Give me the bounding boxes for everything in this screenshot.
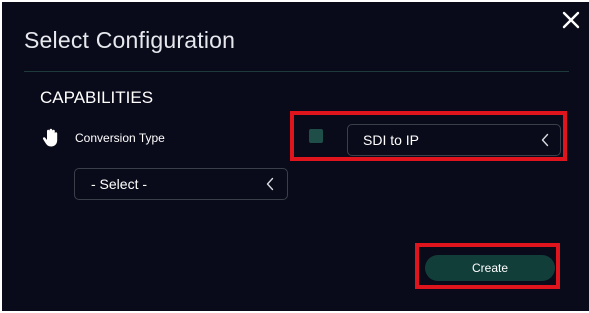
chevron-left-icon [266, 177, 274, 191]
close-button[interactable] [560, 9, 582, 31]
dialog-title: Select Configuration [24, 27, 236, 53]
capabilities-heading: CAPABILITIES [40, 88, 154, 107]
conversion-type-select-value: - Select - [91, 176, 148, 192]
conversion-type-select[interactable]: - Select - [74, 168, 288, 200]
enable-checkbox[interactable] [309, 129, 323, 143]
chevron-left-icon [541, 133, 549, 147]
select-configuration-dialog: Select Configuration CAPABILITIES Conver… [2, 2, 589, 311]
close-icon [562, 11, 580, 29]
sdi-to-ip-select-value: SDI to IP [363, 132, 420, 148]
title-divider [24, 71, 569, 72]
hand-pointer-icon [42, 128, 58, 148]
conversion-type-label: Conversion Type [75, 131, 165, 145]
sdi-to-ip-select[interactable]: SDI to IP [347, 124, 561, 156]
create-button[interactable]: Create [425, 255, 555, 281]
